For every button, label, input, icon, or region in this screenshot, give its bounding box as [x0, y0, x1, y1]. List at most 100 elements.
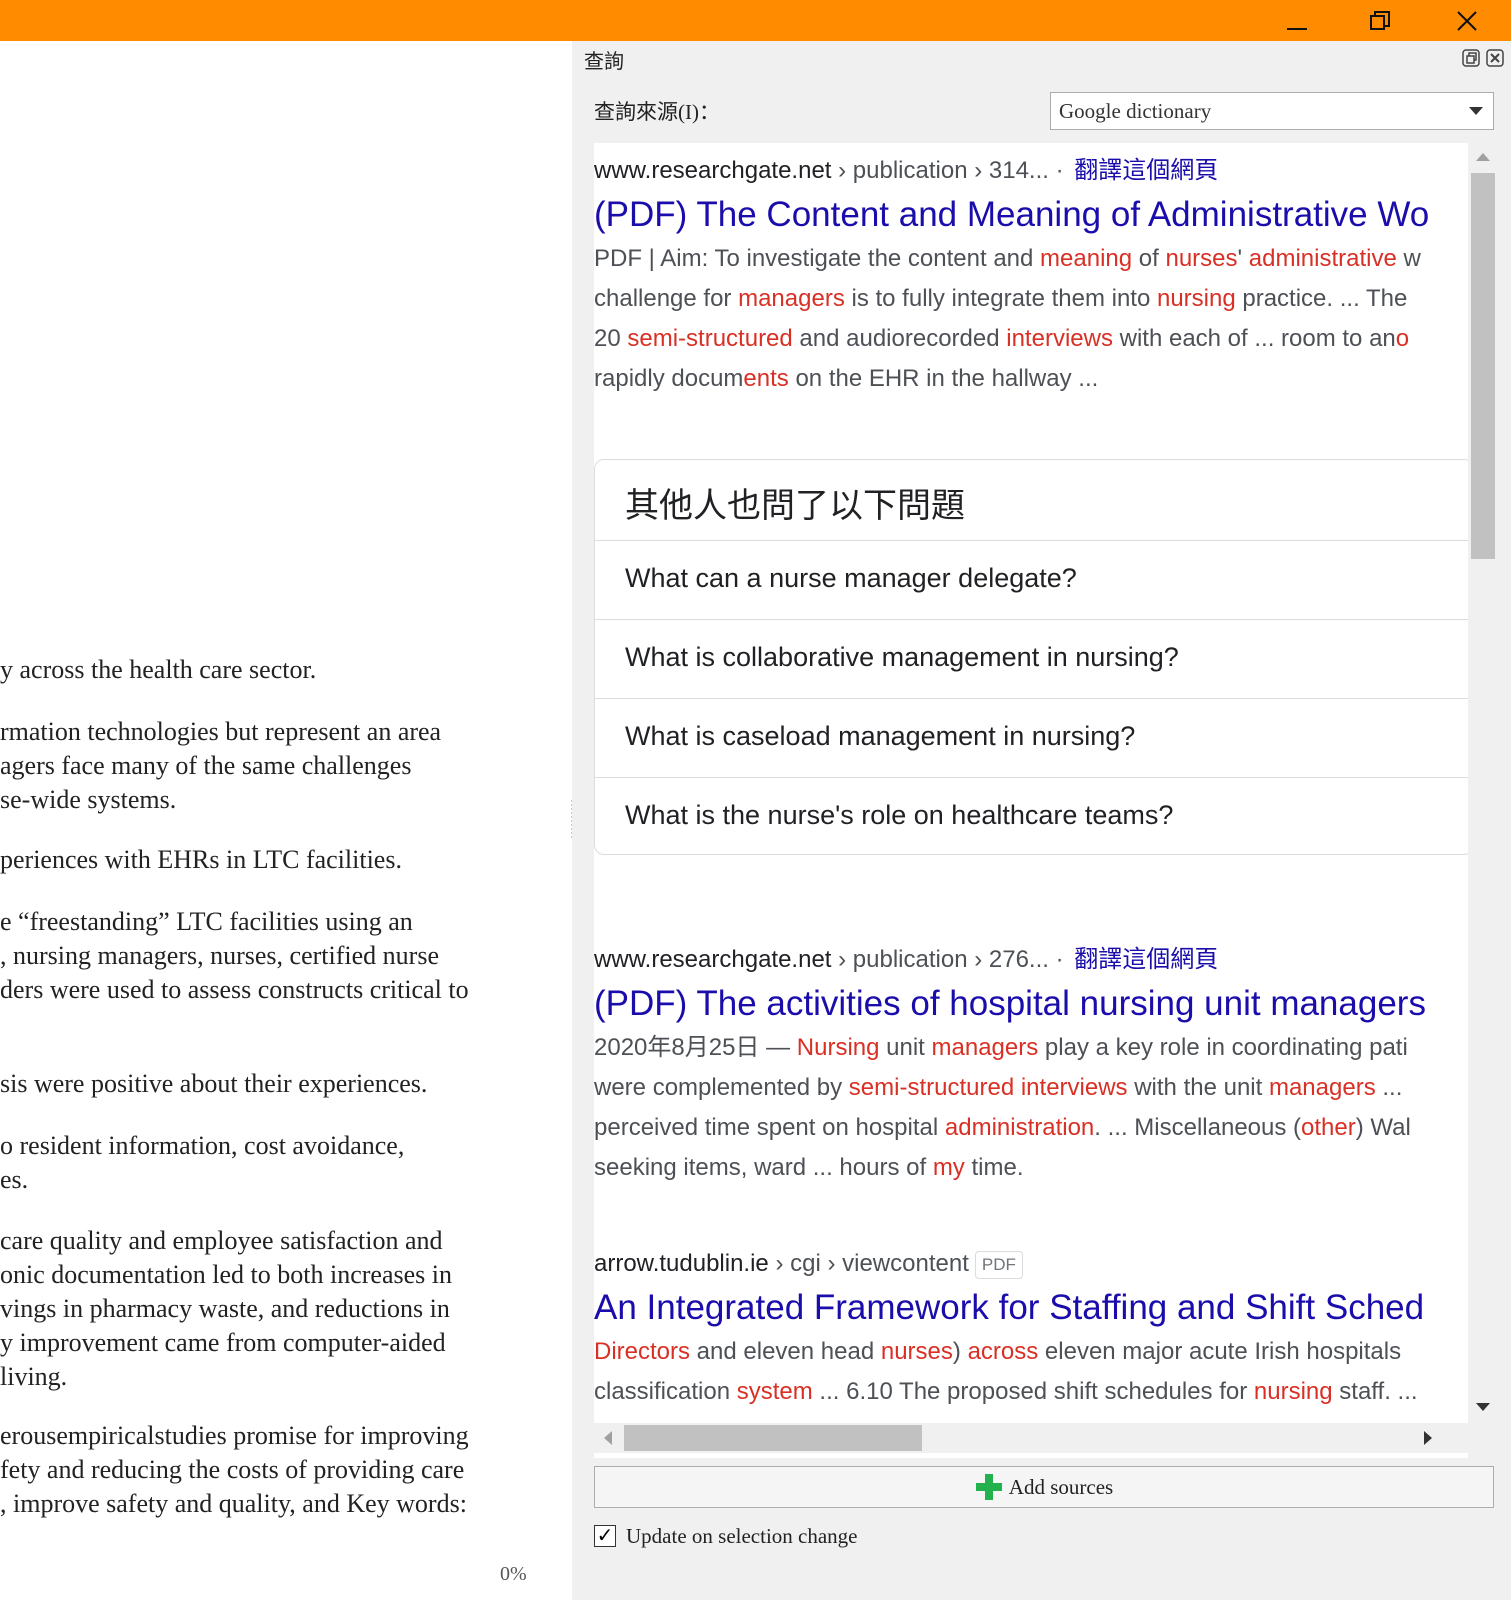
result-path: › publication › 276... · [831, 946, 1071, 973]
doc-paragraph: care quality and employee satisfaction a… [0, 1224, 452, 1394]
people-also-ask-box: 其他人也問了以下問題 What can a nurse manager dele… [594, 459, 1468, 855]
question-text: What is the nurse's role on healthcare t… [625, 800, 1174, 830]
window-title-bar [0, 0, 1511, 41]
result-title-link[interactable]: An Integrated Framework for Staffing and… [594, 1284, 1424, 1332]
snippet-text: ) [952, 1338, 968, 1365]
highlighted-term: nursing [1156, 285, 1236, 312]
question-item[interactable]: What is collaborative management in nurs… [595, 619, 1468, 698]
snippet-line: classification system ... 6.10 The propo… [594, 1372, 1424, 1412]
checkmark-icon: ✓ [596, 1525, 614, 1547]
scroll-up-icon[interactable] [1476, 153, 1490, 161]
result-title-link[interactable]: (PDF) The Content and Meaning of Adminis… [594, 191, 1429, 239]
snippet-line: rapidly documents on the EHR in the hall… [594, 359, 1429, 399]
source-dropdown[interactable]: Google dictionary [1050, 92, 1494, 130]
snippet-line: perceived time spent on hospital adminis… [594, 1108, 1426, 1148]
snippet-text: ) Wal [1355, 1114, 1411, 1141]
snippet-line: 2020年8月25日 — Nursing unit managers play … [594, 1028, 1426, 1068]
snippet-text: perceived time spent on hospital [594, 1114, 945, 1141]
snippet-text: time. [964, 1154, 1024, 1181]
highlighted-term: semi-structured [627, 325, 793, 352]
snippet-text: 20 [594, 325, 628, 352]
highlighted-term: nurses [880, 1338, 953, 1365]
panel-close-button[interactable] [1486, 49, 1504, 67]
snippet-text: ... 6.10 The proposed shift schedules fo… [812, 1378, 1254, 1405]
question-item[interactable]: What can a nurse manager delegate? [595, 540, 1468, 619]
source-selected-value: Google dictionary [1059, 99, 1212, 123]
result-snippet: Directors and eleven head nurses) across… [594, 1332, 1424, 1412]
snippet-text: PDF | Aim: To investigate the content an… [594, 245, 1041, 272]
snippet-text: staff. ... [1332, 1378, 1418, 1405]
highlighted-term: across [967, 1338, 1039, 1365]
snippet-line: were complemented by semi-structured int… [594, 1068, 1426, 1108]
result-cite: www.researchgate.net › publication › 314… [594, 155, 1429, 187]
scroll-down-icon[interactable] [1476, 1403, 1490, 1411]
lookup-panel: 查詢 查詢來源(I)： Google dictionary www.resear… [572, 41, 1511, 1600]
scroll-right-icon[interactable] [1424, 1431, 1432, 1445]
plus-icon [975, 1474, 1002, 1500]
highlighted-term: managers [1268, 1074, 1376, 1101]
translate-link[interactable]: 翻譯這個網頁 [1074, 946, 1218, 973]
highlighted-term: nurses [1165, 245, 1238, 272]
highlighted-term: system [736, 1378, 813, 1405]
vertical-scrollbar[interactable] [1468, 143, 1498, 1423]
minimize-button[interactable] [1275, 0, 1319, 41]
result-cite: arrow.tudublin.ie › cgi › viewcontent PDF [594, 1248, 1424, 1280]
snippet-text: with each of ... room to an [1112, 325, 1396, 352]
highlighted-term: Directors [594, 1338, 691, 1365]
snippet-text: rapidly docum [594, 365, 744, 392]
horizontal-scroll-thumb[interactable] [624, 1425, 922, 1451]
doc-line: se-wide systems. [0, 785, 177, 814]
doc-line: , improve safety and quality, and Key wo… [0, 1489, 467, 1518]
doc-line: vings in pharmacy waste, and reductions … [0, 1294, 450, 1323]
snippet-line: seeking items, ward ... hours of my time… [594, 1148, 1426, 1188]
panel-float-button[interactable] [1462, 49, 1480, 67]
result-cite: www.researchgate.net › publication › 276… [594, 944, 1426, 976]
snippet-line: Directors and eleven head nurses) across… [594, 1332, 1424, 1372]
doc-line: erousempiricalstudies promise for improv… [0, 1421, 469, 1450]
close-icon [1486, 49, 1504, 67]
snippet-text: ... [1375, 1074, 1403, 1101]
close-icon [1457, 10, 1477, 31]
translate-link[interactable]: 翻譯這個網頁 [1074, 157, 1218, 184]
add-sources-label: Add sources [1008, 1474, 1114, 1499]
question-item[interactable]: What is caseload management in nursing? [595, 698, 1468, 777]
update-on-selection-checkbox[interactable]: ✓ [594, 1525, 616, 1547]
scroll-left-icon[interactable] [604, 1431, 612, 1445]
doc-paragraph: o resident information, cost avoidance, … [0, 1129, 404, 1197]
snippet-text: of [1132, 245, 1166, 272]
highlighted-term: administration [944, 1114, 1095, 1141]
minimize-icon [1287, 27, 1307, 30]
doc-line: periences with EHRs in LTC facilities. [0, 845, 402, 874]
highlighted-term: interviews [1006, 325, 1113, 352]
doc-line: onic documentation led to both increases… [0, 1260, 452, 1289]
pdf-badge: PDF [974, 1250, 1023, 1279]
chevron-down-icon [1469, 107, 1483, 115]
doc-paragraph: sis were positive about their experience… [0, 1067, 427, 1101]
doc-paragraph: periences with EHRs in LTC facilities. [0, 843, 402, 877]
doc-paragraph: e “freestanding” LTC facilities using an… [0, 905, 469, 1007]
people-also-ask-heading: 其他人也問了以下問題 [625, 487, 965, 525]
result-site: arrow.tudublin.ie [594, 1250, 769, 1277]
document-pane[interactable]: y across the health care sector. rmation… [0, 41, 566, 1600]
highlighted-term: nursing [1253, 1378, 1333, 1405]
search-result: www.researchgate.net › publication › 276… [594, 944, 1426, 1188]
horizontal-scrollbar[interactable] [594, 1423, 1468, 1453]
add-sources-button[interactable]: Add sources [594, 1466, 1494, 1508]
snippet-text: and audiorecorded [792, 325, 1007, 352]
restore-button[interactable] [1358, 0, 1402, 41]
doc-line: o resident information, cost avoidance, [0, 1131, 405, 1160]
snippet-text: unit [879, 1034, 932, 1061]
highlighted-term: my [932, 1154, 965, 1181]
question-item[interactable]: What is the nurse's role on healthcare t… [595, 777, 1468, 856]
highlighted-term: Nursing [796, 1034, 880, 1061]
result-path: › publication › 314... · [831, 157, 1071, 184]
doc-line: y across the health care sector. [0, 655, 317, 684]
snippet-text: 2020年8月25日 — [594, 1034, 797, 1061]
results-view[interactable]: www.researchgate.net › publication › 314… [594, 143, 1468, 1458]
result-title-link[interactable]: (PDF) The activities of hospital nursing… [594, 980, 1426, 1028]
snippet-text: classification [594, 1378, 737, 1405]
vertical-scroll-thumb[interactable] [1471, 173, 1495, 559]
snippet-text: and eleven head [690, 1338, 881, 1365]
close-button[interactable] [1445, 0, 1489, 41]
highlighted-term: ents [743, 365, 789, 392]
